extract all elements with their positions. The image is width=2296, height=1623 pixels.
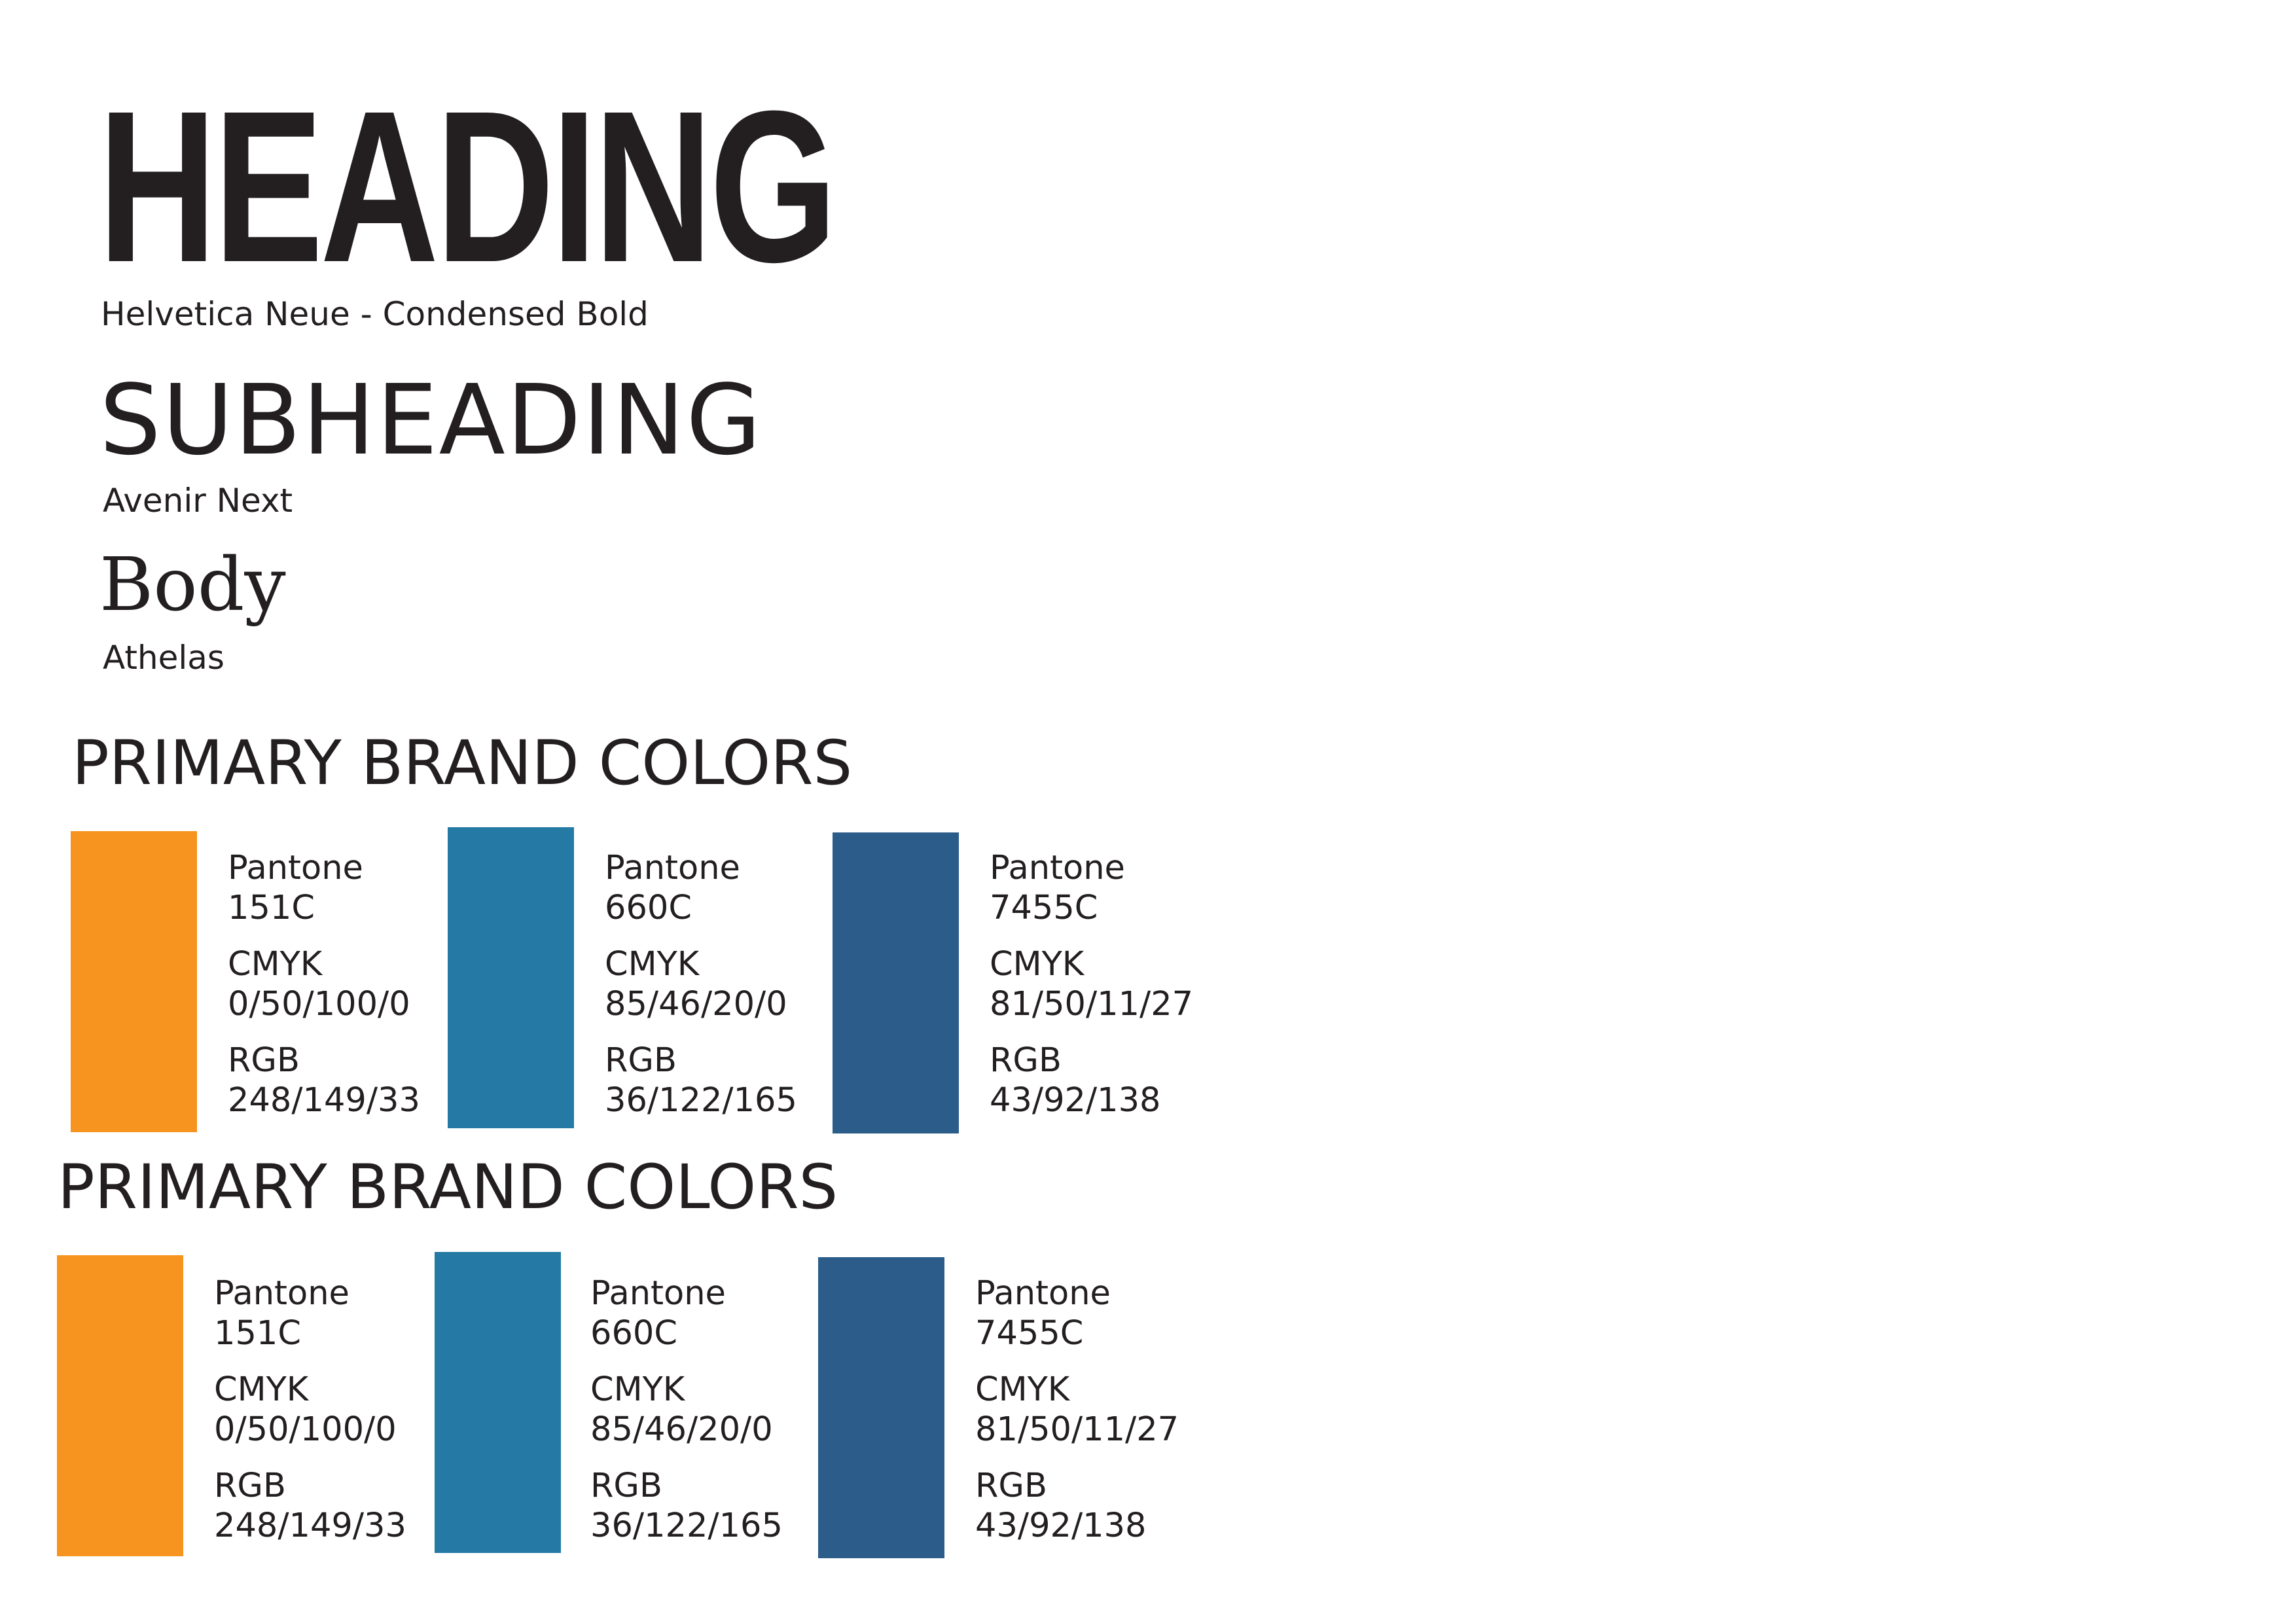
pantone-value: 660C <box>605 889 692 927</box>
pantone-label: Pantone <box>990 849 1125 887</box>
rgb-label: RGB <box>590 1467 662 1505</box>
cmyk-label: CMYK <box>605 945 700 984</box>
heading-font-sample: HEADING <box>98 65 837 307</box>
pantone-label: Pantone <box>975 1274 1111 1313</box>
cmyk-label: CMYK <box>228 945 323 984</box>
cmyk-value: 0/50/100/0 <box>214 1410 397 1449</box>
rgb-value: 43/92/138 <box>975 1507 1147 1545</box>
pantone-value: 151C <box>214 1314 301 1353</box>
cmyk-label: CMYK <box>975 1370 1070 1409</box>
color-swatch-navy <box>833 832 959 1133</box>
heading-font-label: Helvetica Neue - Condensed Bold <box>101 295 649 333</box>
body-font-label: Athelas <box>103 639 224 677</box>
cmyk-value: 85/46/20/0 <box>590 1410 773 1449</box>
rgb-label: RGB <box>228 1041 300 1080</box>
pantone-label: Pantone <box>605 849 740 887</box>
color-specs-orange: Pantone 151C CMYK 0/50/100/0 RGB 248/149… <box>228 848 420 1120</box>
rgb-value: 248/149/33 <box>228 1081 420 1120</box>
color-specs-blue: Pantone 660C CMYK 85/46/20/0 RGB 36/122/… <box>605 848 797 1120</box>
rgb-value: 36/122/165 <box>605 1081 797 1120</box>
pantone-value: 660C <box>590 1314 677 1353</box>
palette-title: PRIMARY BRAND COLORS <box>58 1152 838 1223</box>
color-specs-navy: Pantone 7455C CMYK 81/50/11/27 RGB 43/92… <box>990 848 1193 1120</box>
color-specs-navy: Pantone 7455C CMYK 81/50/11/27 RGB 43/92… <box>975 1274 1179 1546</box>
color-swatch-blue <box>435 1252 561 1553</box>
pantone-label: Pantone <box>228 849 363 887</box>
rgb-label: RGB <box>605 1041 677 1080</box>
pantone-value: 7455C <box>990 889 1098 927</box>
pantone-label: Pantone <box>590 1274 726 1313</box>
subheading-font-sample: SUBHEADING <box>99 364 762 476</box>
cmyk-label: CMYK <box>214 1370 309 1409</box>
cmyk-value: 0/50/100/0 <box>228 985 410 1024</box>
rgb-value: 248/149/33 <box>214 1507 406 1545</box>
color-specs-blue: Pantone 660C CMYK 85/46/20/0 RGB 36/122/… <box>590 1274 783 1546</box>
pantone-value: 151C <box>228 889 315 927</box>
cmyk-value: 81/50/11/27 <box>975 1410 1179 1449</box>
color-specs-orange: Pantone 151C CMYK 0/50/100/0 RGB 248/149… <box>214 1274 406 1546</box>
pantone-value: 7455C <box>975 1314 1084 1353</box>
rgb-label: RGB <box>990 1041 1062 1080</box>
cmyk-label: CMYK <box>990 945 1085 984</box>
rgb-value: 36/122/165 <box>590 1507 783 1545</box>
rgb-label: RGB <box>975 1467 1047 1505</box>
cmyk-value: 81/50/11/27 <box>990 985 1194 1024</box>
cmyk-value: 85/46/20/0 <box>605 985 787 1024</box>
subheading-font-label: Avenir Next <box>103 482 293 520</box>
color-swatch-orange <box>57 1255 183 1556</box>
body-font-sample: Body <box>99 543 286 628</box>
pantone-label: Pantone <box>214 1274 350 1313</box>
palette-title: PRIMARY BRAND COLORS <box>72 728 853 799</box>
color-swatch-orange <box>71 831 197 1132</box>
color-swatch-navy <box>818 1257 944 1558</box>
rgb-value: 43/92/138 <box>990 1081 1161 1120</box>
cmyk-label: CMYK <box>590 1370 685 1409</box>
rgb-label: RGB <box>214 1467 286 1505</box>
color-swatch-blue <box>448 827 574 1128</box>
